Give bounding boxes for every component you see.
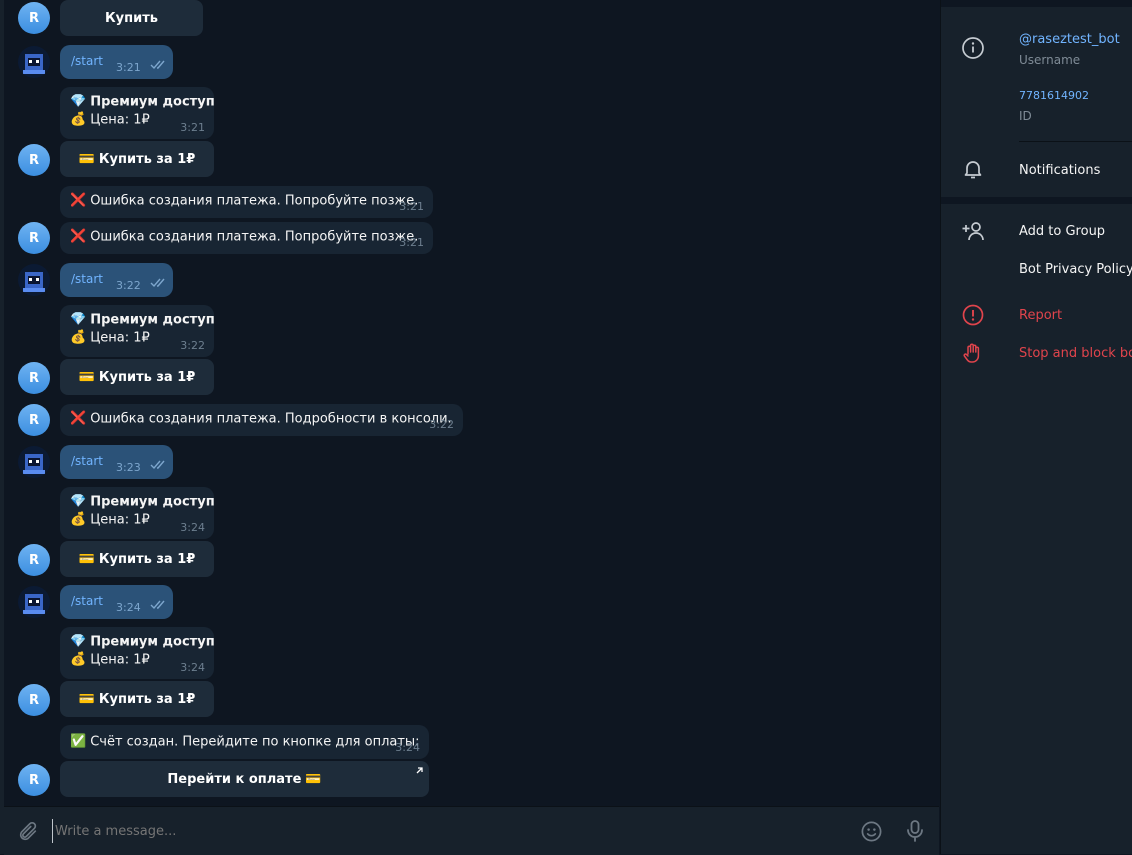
gem-icon: 💎 bbox=[70, 312, 87, 327]
buy-premium-button[interactable]: 💳 Купить за 1₽ bbox=[60, 359, 214, 395]
buy-premium-button[interactable]: 💳 Купить за 1₽ bbox=[60, 541, 214, 577]
cross-mark-icon: ❌ bbox=[70, 229, 87, 244]
pay-button[interactable]: Перейти к оплате 💳 bbox=[60, 761, 429, 797]
privacy-policy-item[interactable]: Bot Privacy Policy bbox=[1019, 262, 1132, 277]
message-text[interactable]: /start bbox=[71, 54, 103, 68]
bot-avatar[interactable]: R bbox=[18, 684, 50, 716]
offer-message: 💎 Премиум доступ 💰 Цена: 1₽ 3:24 bbox=[60, 487, 215, 539]
outgoing-message[interactable]: /start 3:23 bbox=[60, 445, 173, 479]
credit-card-icon: 💳 bbox=[78, 151, 95, 167]
message-input[interactable] bbox=[52, 819, 837, 843]
message-time: 3:21 bbox=[399, 236, 424, 249]
message-time: 3:21 bbox=[180, 121, 205, 134]
double-check-icon bbox=[150, 600, 165, 610]
bot-avatar[interactable]: R bbox=[18, 222, 50, 254]
message-time: 3:22 bbox=[116, 279, 141, 292]
id-label: ID bbox=[1019, 109, 1032, 123]
message-time: 3:22 bbox=[180, 339, 205, 352]
offer-message: 💎 Премиум доступ 💰 Цена: 1₽ 3:22 bbox=[60, 305, 215, 357]
double-check-icon bbox=[150, 278, 165, 288]
bot-avatar[interactable]: R bbox=[18, 764, 50, 796]
bot-avatar[interactable]: R bbox=[18, 362, 50, 394]
bot-avatar[interactable]: R bbox=[18, 2, 50, 34]
bot-avatar[interactable]: R bbox=[18, 544, 50, 576]
gem-icon: 💎 bbox=[70, 94, 87, 109]
outgoing-message[interactable]: /start 3:22 bbox=[60, 263, 173, 297]
money-bag-icon: 💰 bbox=[70, 652, 87, 667]
buy-premium-button[interactable]: 💳 Купить за 1₽ bbox=[60, 681, 214, 717]
credit-card-icon: 💳 bbox=[305, 771, 322, 787]
external-link-icon bbox=[416, 767, 423, 774]
message-time: 3:24 bbox=[395, 741, 420, 754]
report-item[interactable]: Report bbox=[1019, 308, 1062, 323]
double-check-icon bbox=[150, 460, 165, 470]
paperclip-icon[interactable] bbox=[17, 821, 39, 843]
bot-avatar[interactable]: R bbox=[18, 404, 50, 436]
user-avatar[interactable] bbox=[18, 264, 50, 296]
buy-button[interactable]: Купить bbox=[60, 0, 203, 36]
separator bbox=[1019, 141, 1132, 142]
double-check-icon bbox=[150, 60, 165, 70]
divider bbox=[941, 197, 1132, 204]
username-label: Username bbox=[1019, 53, 1081, 67]
stop-and-block-item[interactable]: Stop and block bot bbox=[1019, 346, 1132, 361]
invoice-message: ✅ Счёт создан. Перейдите по кнопке для оп… bbox=[60, 725, 429, 759]
message-text[interactable]: /start bbox=[71, 594, 103, 608]
check-mark-icon: ✅ bbox=[70, 734, 87, 749]
error-message: ❌ Ошибка создания платежа. Подробности в … bbox=[60, 404, 463, 436]
money-bag-icon: 💰 bbox=[70, 330, 87, 345]
bot-info-panel: @raseztest_bot Username 7781614902 ID No… bbox=[940, 0, 1132, 854]
chat-history[interactable]: R Купить /start 3:21 💎 Премиум доступ 💰 Це… bbox=[4, 0, 939, 805]
id-value[interactable]: 7781614902 bbox=[1019, 89, 1089, 102]
outgoing-message[interactable]: /start 3:24 bbox=[60, 585, 173, 619]
message-time: 3:23 bbox=[116, 461, 141, 474]
message-composer bbox=[4, 806, 939, 855]
hand-stop-icon bbox=[963, 343, 980, 363]
message-time: 3:21 bbox=[116, 61, 141, 74]
emoji-icon[interactable] bbox=[860, 820, 883, 843]
microphone-icon[interactable] bbox=[905, 819, 925, 843]
user-avatar[interactable] bbox=[18, 586, 50, 618]
offer-message: 💎 Премиум доступ 💰 Цена: 1₽ 3:21 bbox=[60, 87, 215, 139]
user-avatar[interactable] bbox=[18, 446, 50, 478]
username-value[interactable]: @raseztest_bot bbox=[1019, 32, 1120, 47]
money-bag-icon: 💰 bbox=[70, 112, 87, 127]
user-avatar[interactable] bbox=[18, 46, 50, 78]
add-to-group-item[interactable]: Add to Group bbox=[1019, 224, 1105, 239]
offer-message: 💎 Премиум доступ 💰 Цена: 1₽ 3:24 bbox=[60, 627, 215, 679]
message-text[interactable]: /start bbox=[71, 272, 103, 286]
notifications-item[interactable]: Notifications bbox=[1019, 163, 1100, 178]
message-time: 3:22 bbox=[429, 418, 454, 431]
message-time: 3:21 bbox=[399, 200, 424, 213]
gem-icon: 💎 bbox=[70, 634, 87, 649]
add-user-icon bbox=[962, 222, 984, 241]
bot-avatar[interactable]: R bbox=[18, 144, 50, 176]
divider bbox=[941, 0, 1132, 7]
report-icon bbox=[962, 304, 984, 326]
message-time: 3:24 bbox=[180, 521, 205, 534]
bell-icon bbox=[964, 161, 982, 179]
credit-card-icon: 💳 bbox=[78, 369, 95, 385]
gem-icon: 💎 bbox=[70, 494, 87, 509]
message-time: 3:24 bbox=[180, 661, 205, 674]
message-time: 3:24 bbox=[116, 601, 141, 614]
money-bag-icon: 💰 bbox=[70, 512, 87, 527]
info-icon bbox=[962, 37, 984, 59]
error-message: ❌ Ошибка создания платежа. Попробуйте поз… bbox=[60, 222, 433, 254]
credit-card-icon: 💳 bbox=[78, 551, 95, 567]
outgoing-message[interactable]: /start 3:21 bbox=[60, 45, 173, 79]
buy-premium-button[interactable]: 💳 Купить за 1₽ bbox=[60, 141, 214, 177]
credit-card-icon: 💳 bbox=[78, 691, 95, 707]
cross-mark-icon: ❌ bbox=[70, 411, 87, 426]
message-text[interactable]: /start bbox=[71, 454, 103, 468]
cross-mark-icon: ❌ bbox=[70, 193, 87, 208]
error-message: ❌ Ошибка создания платежа. Попробуйте поз… bbox=[60, 186, 433, 218]
